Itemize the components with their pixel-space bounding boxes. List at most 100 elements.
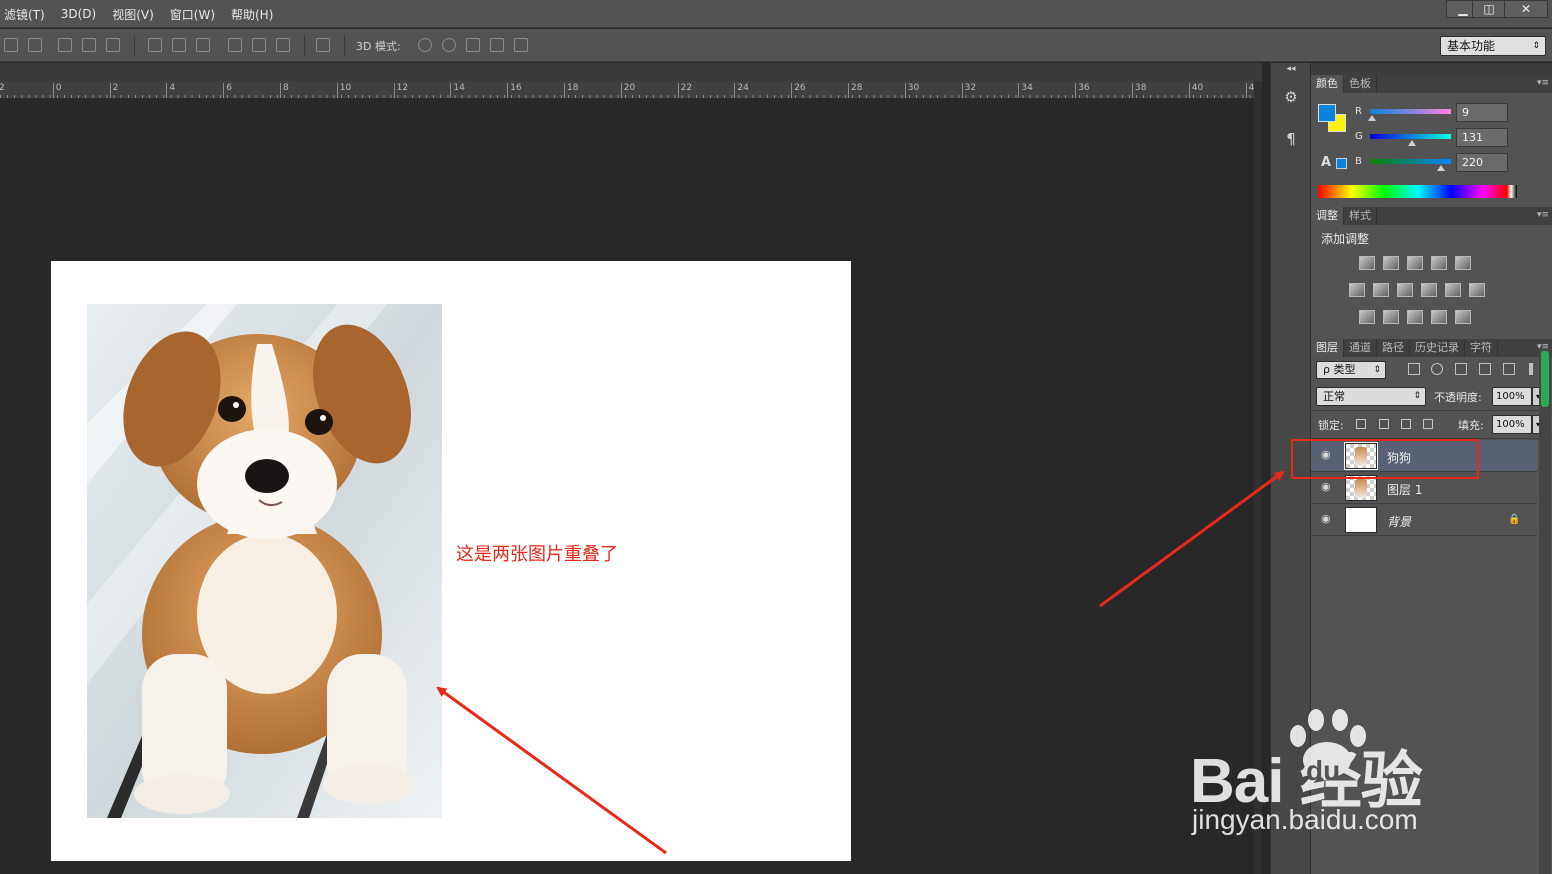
slider-green-thumb[interactable] [1408,140,1416,146]
menu-filter[interactable]: 滤镜(T) [4,6,45,23]
posterize-icon[interactable] [1383,310,1399,324]
3d-roll-icon[interactable] [442,38,456,52]
color-balance-icon[interactable] [1373,283,1389,297]
levels-icon[interactable] [1383,256,1399,270]
filter-type-icon[interactable] [1455,363,1467,375]
slider-red-track[interactable] [1370,109,1451,114]
color-lookup-icon[interactable] [1469,283,1485,297]
channel-mixer-icon[interactable] [1445,283,1461,297]
small-color-swatch[interactable] [1336,158,1347,169]
lock-image-icon[interactable] [1379,419,1389,429]
align-vcenter-icon[interactable] [82,38,96,52]
slider-green[interactable]: G 131 [1355,128,1551,152]
filter-pixel-icon[interactable] [1408,363,1420,375]
slider-blue-value[interactable]: 220 [1456,153,1508,172]
3d-camera-icon[interactable] [514,38,528,52]
slider-blue-track[interactable] [1370,159,1451,164]
photo-filter-icon[interactable] [1421,283,1437,297]
restore-button[interactable]: ◫ [1472,0,1506,18]
menu-window[interactable]: 窗口(W) [170,6,215,23]
layer-filter-select[interactable]: ρ 类型 ⇕ [1316,361,1386,379]
slider-red-label: R [1355,106,1362,117]
filter-adjustment-icon[interactable] [1431,363,1443,375]
ruler-tick-label: 32 [961,83,976,98]
layer-row-background[interactable]: ◉ 背景 🔒 [1311,504,1537,536]
foreground-color-swatch[interactable] [1318,104,1336,122]
curves-icon[interactable] [1407,256,1423,270]
3d-panel-icon[interactable]: ⚙ [1281,87,1301,107]
annotation-text: 这是两张图片重叠了 [456,544,618,565]
visibility-eye-icon[interactable]: ◉ [1321,481,1333,493]
layers-scroll-thumb[interactable] [1541,351,1549,407]
slider-blue[interactable]: B 220 [1355,153,1551,177]
layer-name[interactable]: 图层 1 [1387,481,1422,498]
bw-icon[interactable] [1397,283,1413,297]
color-spectrum[interactable] [1318,185,1517,198]
align-left-edges-icon[interactable] [4,38,18,52]
exposure-icon[interactable] [1431,256,1447,270]
3d-pan-icon[interactable] [466,38,480,52]
blend-mode-select[interactable]: 正常 ⇕ [1316,387,1426,406]
3d-rotate-icon[interactable] [418,38,432,52]
distribute-top-icon[interactable] [148,38,162,52]
slider-red-value[interactable]: 9 [1456,103,1508,122]
align-hcenter-icon[interactable] [28,38,42,52]
paragraph-icon[interactable]: ¶ [1281,129,1301,149]
panel-menu-icon[interactable]: ▾≡ [1537,78,1549,88]
tab-swatches[interactable]: 色板 [1344,75,1377,93]
distribute-left-icon[interactable] [228,38,242,52]
threshold-icon[interactable] [1407,310,1423,324]
slider-green-track[interactable] [1370,134,1451,139]
close-button[interactable]: ✕ [1504,0,1548,18]
workspace-select[interactable]: 基本功能 ⇕ [1440,36,1546,56]
invert-icon[interactable] [1359,310,1375,324]
brightness-icon[interactable] [1359,256,1375,270]
blend-row: 正常 ⇕ 不透明度: 100% ▾ [1311,383,1552,411]
slider-blue-thumb[interactable] [1437,165,1445,171]
lock-transparent-icon[interactable] [1356,419,1366,429]
tab-history[interactable]: 历史记录 [1410,339,1465,357]
tab-channels[interactable]: 通道 [1344,339,1377,357]
slider-red-thumb[interactable] [1368,115,1376,121]
slider-red[interactable]: R 9 [1355,103,1551,127]
web-color-warning-icon: A [1321,155,1332,170]
chevron-updown-icon: ⇕ [1532,41,1540,51]
tab-paths[interactable]: 路径 [1377,339,1410,357]
filter-smart-object-icon[interactable] [1503,363,1515,375]
distribute-vcenter-icon[interactable] [172,38,186,52]
lock-position-icon[interactable] [1401,419,1411,429]
panel-menu-icon[interactable]: ▾≡ [1537,210,1549,220]
distribute-hcenter-icon[interactable] [252,38,266,52]
collapse-icon[interactable]: ◂◂ [1281,63,1301,75]
distribute-bottom-icon[interactable] [196,38,210,52]
align-top-edges-icon[interactable] [58,38,72,52]
lock-all-icon[interactable] [1423,419,1433,429]
distribute-right-icon[interactable] [276,38,290,52]
tab-color[interactable]: 颜色 [1311,75,1344,93]
hue-icon[interactable] [1349,283,1365,297]
menu-help[interactable]: 帮助(H) [231,6,273,23]
tab-styles[interactable]: 样式 [1344,207,1377,225]
menu-view[interactable]: 视图(V) [112,6,154,23]
gradient-map-icon[interactable] [1455,310,1471,324]
tab-character[interactable]: 字符 [1465,339,1498,357]
auto-align-icon[interactable] [316,38,330,52]
align-bottom-edges-icon[interactable] [106,38,120,52]
fill-input[interactable]: 100% [1492,415,1532,434]
opacity-input[interactable]: 100% [1492,387,1532,406]
3d-slide-icon[interactable] [490,38,504,52]
panels-collapse-bar[interactable] [1311,63,1552,75]
selective-color-icon[interactable] [1431,310,1447,324]
tab-layers[interactable]: 图层 [1311,339,1344,357]
puppy-image [87,304,442,818]
layer-thumbnail [1345,507,1377,533]
vibrance-icon[interactable] [1455,256,1471,270]
filter-toggle-icon[interactable] [1529,363,1533,375]
layer-name[interactable]: 背景 [1387,513,1411,530]
filter-shape-icon[interactable] [1479,363,1491,375]
menu-3d[interactable]: 3D(D) [61,7,96,21]
visibility-eye-icon[interactable]: ◉ [1321,513,1333,525]
tab-adjustments[interactable]: 调整 [1311,207,1344,225]
layers-scrollbar[interactable] [1539,349,1551,874]
slider-green-value[interactable]: 131 [1456,128,1508,147]
